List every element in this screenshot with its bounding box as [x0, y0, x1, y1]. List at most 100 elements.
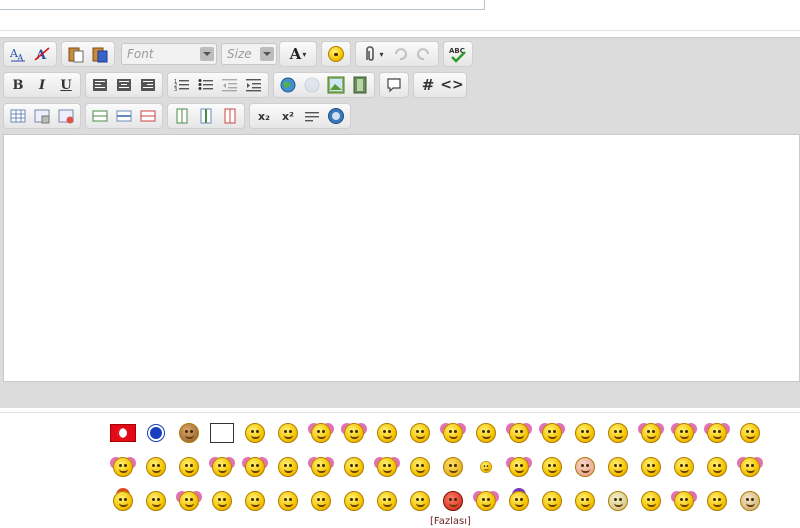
smiley-icon[interactable] [469, 453, 502, 481]
font-select[interactable]: Font [121, 43, 217, 65]
smiley-icon[interactable] [370, 419, 403, 447]
smiley-icon[interactable] [535, 487, 568, 515]
smiley-icon[interactable] [535, 453, 568, 481]
spell-check-button[interactable]: ABC [447, 43, 469, 65]
unordered-list-button[interactable] [195, 74, 217, 96]
source-button[interactable]: # [417, 74, 439, 96]
smiley-icon[interactable] [634, 419, 667, 447]
smiley-icon[interactable] [271, 453, 304, 481]
smiley-icon[interactable] [238, 419, 271, 447]
indent-button[interactable] [243, 74, 265, 96]
subscript-button[interactable]: x₂ [253, 105, 275, 127]
split-row-button[interactable] [137, 105, 159, 127]
remove-link-button[interactable] [301, 74, 323, 96]
smiley-icon[interactable] [205, 487, 238, 515]
code-button[interactable]: <> [440, 74, 463, 96]
smiley-icon[interactable] [568, 419, 601, 447]
outdent-button[interactable] [219, 74, 241, 96]
smiley-icon[interactable] [271, 419, 304, 447]
split-column-button[interactable] [219, 105, 241, 127]
smiley-icon[interactable] [469, 419, 502, 447]
insert-table-button[interactable] [7, 105, 29, 127]
smiley-icon[interactable] [601, 487, 634, 515]
smiley-icon[interactable] [700, 487, 733, 515]
smiley-icon[interactable] [106, 487, 139, 515]
redo-button[interactable] [413, 43, 435, 65]
smiley-icon[interactable] [568, 453, 601, 481]
insert-row-button[interactable] [89, 105, 111, 127]
align-left-button[interactable] [89, 74, 111, 96]
font-color-button[interactable]: A ▾ [283, 43, 313, 65]
delete-row-button[interactable] [113, 105, 135, 127]
insert-column-button[interactable] [171, 105, 193, 127]
top-input-field[interactable] [0, 0, 485, 10]
smiley-icon[interactable] [403, 453, 436, 481]
smiley-icon[interactable] [139, 487, 172, 515]
editor-content-area[interactable] [3, 134, 800, 382]
underline-button[interactable]: U [55, 74, 77, 96]
smiley-icon[interactable] [304, 453, 337, 481]
align-center-button[interactable] [113, 74, 135, 96]
smiley-icon[interactable] [106, 453, 139, 481]
cool-smiley-icon[interactable] [568, 487, 601, 515]
size-select[interactable]: Size [221, 43, 277, 65]
smiley-icon[interactable] [733, 419, 766, 447]
smiley-icon[interactable] [667, 419, 700, 447]
paste-button[interactable] [65, 43, 87, 65]
smiley-icon[interactable] [634, 453, 667, 481]
smiley-icon[interactable] [337, 453, 370, 481]
evil-eye-smiley-icon[interactable] [139, 419, 172, 447]
delete-column-button[interactable] [195, 105, 217, 127]
swap-font-button[interactable]: A [31, 43, 53, 65]
smiley-icon[interactable] [370, 453, 403, 481]
smiley-icon[interactable] [304, 419, 337, 447]
devil-smiley-icon[interactable] [436, 487, 469, 515]
smiley-icon[interactable] [370, 487, 403, 515]
sign-smiley-icon[interactable] [205, 419, 238, 447]
bold-button[interactable]: B [7, 74, 29, 96]
smiley-icon[interactable] [238, 487, 271, 515]
preview-button[interactable] [325, 105, 347, 127]
attach-button[interactable]: ▾ [359, 43, 387, 65]
smiley-icon[interactable] [700, 419, 733, 447]
remove-format-button[interactable]: AA [7, 43, 29, 65]
insert-media-button[interactable] [349, 74, 371, 96]
smiley-icon[interactable] [337, 487, 370, 515]
smiley-icon[interactable] [172, 453, 205, 481]
italic-button[interactable]: I [31, 74, 53, 96]
smiley-icon[interactable] [304, 487, 337, 515]
smiley-icon[interactable] [139, 453, 172, 481]
monkey-smiley-icon[interactable] [172, 419, 205, 447]
smiley-icon[interactable] [238, 453, 271, 481]
smiley-icon[interactable] [205, 453, 238, 481]
delete-table-button[interactable] [55, 105, 77, 127]
smiley-icon[interactable] [502, 419, 535, 447]
smiley-icon[interactable] [733, 487, 766, 515]
smiley-icon[interactable] [403, 419, 436, 447]
smiley-icon[interactable] [634, 487, 667, 515]
quote-button[interactable] [383, 74, 405, 96]
insert-link-button[interactable] [277, 74, 299, 96]
smiley-icon[interactable] [601, 419, 634, 447]
insert-image-button[interactable] [325, 74, 347, 96]
smiley-icon[interactable] [733, 453, 766, 481]
insert-smiley-button[interactable] [325, 43, 347, 65]
smiley-icon[interactable] [502, 487, 535, 515]
smiley-icon[interactable] [667, 487, 700, 515]
superscript-button[interactable]: x² [277, 105, 299, 127]
ordered-list-button[interactable]: 123 [171, 74, 193, 96]
smiley-icon[interactable] [436, 419, 469, 447]
more-smileys-link[interactable]: [Fazlası] [430, 516, 471, 527]
paste-word-button[interactable] [89, 43, 111, 65]
smiley-icon[interactable] [601, 453, 634, 481]
smiley-icon[interactable] [535, 419, 568, 447]
smiley-icon[interactable] [667, 453, 700, 481]
align-right-button[interactable] [137, 74, 159, 96]
smiley-icon[interactable] [469, 487, 502, 515]
smiley-icon[interactable] [403, 487, 436, 515]
smiley-icon[interactable] [502, 453, 535, 481]
smiley-icon[interactable] [172, 487, 205, 515]
undo-button[interactable] [389, 43, 411, 65]
flag-smiley-icon[interactable] [106, 419, 139, 447]
smiley-icon[interactable] [700, 453, 733, 481]
